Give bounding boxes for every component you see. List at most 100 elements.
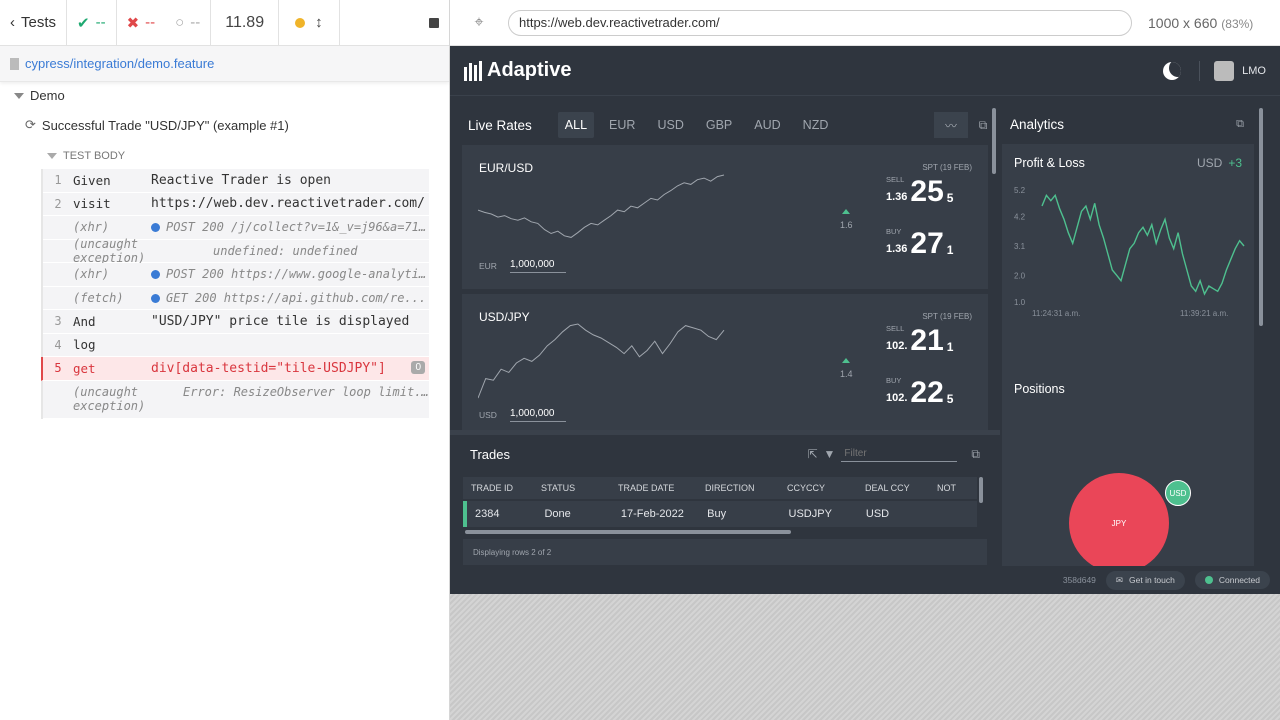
command-row[interactable]: (fetch) GET 200 https://api.github.com/re… [43, 286, 429, 310]
tab-eur[interactable]: EUR [602, 112, 642, 138]
command-message: POST 200 https://www.google-analytics.co… [151, 267, 429, 281]
live-rates-title: Live Rates [468, 117, 532, 133]
export-icon[interactable]: ⇱ [807, 447, 817, 461]
y-tick-label: 3.1 [1014, 242, 1026, 251]
popout-icon[interactable]: ⧉ [971, 447, 980, 462]
pnl-label: Profit & Loss [1014, 156, 1085, 170]
trade-filter-input[interactable] [841, 446, 958, 462]
sell-button[interactable]: SELL 1.36 25 5 [886, 175, 953, 207]
pnl-card: Profit & Loss USD +3 5.2 4.2 3.1 2.0 1.0 11:24… [1002, 144, 1254, 573]
command-row[interactable]: 2 visit https://web.dev.reactivetrader.com… [43, 192, 429, 216]
tile-spot-date: SPT (19 FEB) [922, 163, 972, 172]
command-message: https://web.dev.reactivetrader.com/ [151, 196, 425, 212]
analytics-scrollbar[interactable] [1259, 108, 1263, 326]
tab-all[interactable]: ALL [557, 112, 595, 138]
command-row[interactable]: (uncaught exception) Error: ResizeObserve… [43, 380, 429, 419]
collapse-caret-icon [47, 153, 57, 159]
command-number: 4 [54, 337, 62, 352]
command-number: 2 [54, 196, 62, 211]
position-bubble-jpy[interactable]: JPY [1069, 473, 1169, 573]
column-header[interactable]: DIRECTION [697, 483, 779, 493]
y-tick-label: 5.2 [1014, 186, 1026, 195]
tab-nzd[interactable]: NZD [796, 112, 836, 138]
reactive-trader-app: Adaptive LMO Live Rates ALL EUR USD GBP AUD N… [450, 46, 1280, 594]
tile-price-chart [478, 174, 725, 238]
spec-path-link[interactable]: cypress/integration/demo.feature [25, 56, 214, 71]
command-row[interactable]: (xhr) POST 200 https://www.google-analyti… [43, 263, 429, 287]
analytics-title: Analytics [1010, 117, 1065, 132]
adaptive-logo-icon [464, 60, 482, 81]
x-tick-label: 11:39:21 a.m. [1180, 309, 1228, 318]
trades-vertical-scrollbar[interactable] [979, 477, 983, 503]
table-row[interactable]: 2384 Done 17-Feb-2022 Buy USDJPY USD [463, 501, 977, 527]
column-header[interactable]: STATUS [533, 483, 610, 493]
column-header[interactable]: TRADE DATE [610, 483, 697, 493]
position-bubble-usd[interactable]: USD [1165, 480, 1191, 506]
pending-circle-icon: ○ [175, 14, 185, 31]
pnl-value: USD +3 [1196, 156, 1242, 170]
command-name: Given [73, 172, 111, 188]
get-in-touch-button[interactable]: ✉ Get in touch [1105, 570, 1185, 590]
command-name: get [73, 360, 96, 376]
trades-horizontal-scrollbar[interactable] [465, 530, 791, 534]
price-tile-usdjpy: USD/JPY SPT (19 FEB) USD 1,000,000 1.4 S… [462, 294, 988, 438]
suite-title[interactable]: Demo [14, 88, 65, 103]
connection-status: Connected [1194, 571, 1270, 589]
chart-view-toggle-icon[interactable]: 〰 [934, 112, 968, 138]
command-name: (xhr) [73, 267, 110, 282]
test-body-header[interactable]: TEST BODY [47, 150, 125, 162]
command-name: (fetch) [73, 290, 124, 305]
command-row[interactable]: 5 get div[data-testid="tile-USDJPY"] 0 [41, 357, 429, 381]
popout-icon[interactable]: ⧉ [1236, 118, 1244, 131]
theme-toggle-moon-icon[interactable] [1163, 61, 1182, 80]
command-row[interactable]: (uncaught exception) undefined: undefined [43, 236, 429, 265]
column-header[interactable]: TRADE ID [463, 483, 533, 493]
selector-playground-icon[interactable]: ⌖ [450, 14, 508, 32]
filter-icon[interactable]: ▼ [824, 447, 836, 461]
tile-spot-date: SPT (19 FEB) [922, 312, 972, 321]
cross-icon: ✖ [126, 14, 140, 32]
column-header[interactable]: NOT [929, 483, 977, 493]
live-rates-scrollbar[interactable] [992, 108, 996, 174]
stop-button[interactable] [419, 0, 449, 46]
command-message: undefined: undefined [213, 243, 358, 258]
popout-icon[interactable]: ⧉ [972, 112, 994, 138]
tab-aud[interactable]: AUD [747, 112, 787, 138]
x-tick-label: 11:24:31 a.m. [1032, 309, 1080, 318]
connected-dot-icon [1204, 576, 1213, 584]
column-header[interactable]: DEAL CCY [857, 483, 929, 493]
request-dot-icon [151, 293, 160, 303]
table-cell: Done [544, 508, 571, 520]
column-header[interactable]: CCYCCY [779, 483, 857, 493]
command-row[interactable]: 4 log [43, 333, 429, 357]
user-profile[interactable]: LMO [1199, 60, 1266, 81]
table-cell: Buy [707, 508, 727, 520]
test-title[interactable]: ⟳ Successful Trade "USD/JPY" (example #1… [25, 117, 289, 133]
element-count-badge: 0 [411, 361, 425, 374]
run-status[interactable]: ↕ [279, 0, 340, 46]
pnl-chart: 5.2 4.2 3.1 2.0 1.0 11:24:31 a.m. 11:39:21 a.m… [1014, 186, 1245, 318]
sell-button[interactable]: SELL 102. 21 1 [886, 324, 953, 356]
tab-gbp[interactable]: GBP [699, 112, 739, 138]
stop-icon [429, 17, 439, 28]
command-name: (uncaught exception) [73, 384, 146, 413]
command-row[interactable]: 1 Given Reactive Trader is open [43, 169, 429, 193]
notional-input[interactable]: 1,000,000 [510, 408, 566, 422]
buy-button[interactable]: BUY 102. 22 5 [886, 376, 953, 408]
live-rates-header: Live Rates ALL EUR USD GBP AUD NZD 〰 ⧉ [462, 108, 998, 142]
auto-scroll-icon[interactable]: ↕ [315, 14, 323, 31]
analytics-panel: Analytics ⧉ Profit & Loss USD +3 5.2 4.2 3.… [1002, 108, 1263, 573]
command-row[interactable]: 3 And "USD/JPY" price tile is displayed [43, 310, 429, 334]
command-message: GET 200 https://api.github.com/re... [151, 291, 429, 305]
cypress-reporter: ‹ Tests ✔ -- ✖ -- ○ -- 11.89 ↕ cypress/i… [0, 0, 450, 720]
command-name: (uncaught exception) [73, 236, 146, 265]
viewport-size: 1000 x 660 (83%) [1148, 14, 1254, 31]
tests-back-label: Tests [21, 14, 57, 31]
notional-input[interactable]: 1,000,000 [510, 259, 566, 273]
url-field[interactable]: https://web.dev.reactivetrader.com/ [508, 9, 1132, 36]
tab-usd[interactable]: USD [650, 112, 690, 138]
buy-button[interactable]: BUY 1.36 27 1 [886, 227, 953, 259]
trades-table-header: TRADE ID STATUS TRADE DATE DIRECTION CCYCCY D… [463, 477, 977, 499]
tile-price-line [478, 174, 725, 238]
tests-back-button[interactable]: ‹ Tests [0, 0, 68, 46]
